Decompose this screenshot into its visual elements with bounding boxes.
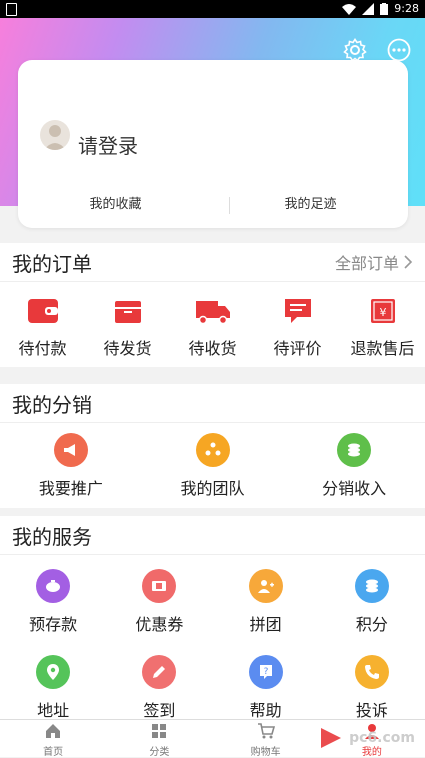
service-help[interactable]: ? 帮助 bbox=[213, 655, 319, 719]
login-link[interactable]: 请登录 bbox=[78, 130, 138, 159]
promote-button[interactable]: 我要推广 bbox=[0, 433, 142, 499]
favorites-link[interactable]: 我的收藏 bbox=[18, 190, 213, 220]
team-icon bbox=[195, 433, 230, 467]
phone-icon bbox=[354, 655, 389, 689]
distribution-label: 分销收入 bbox=[322, 479, 387, 498]
service-coupon[interactable]: 优惠券 bbox=[106, 569, 212, 635]
service-label: 拼团 bbox=[249, 615, 282, 634]
account-card: 请登录 我的收藏 我的足迹 bbox=[18, 60, 408, 228]
chevron-right-icon bbox=[404, 255, 413, 269]
order-item-label: 待评价 bbox=[273, 339, 322, 358]
order-refund[interactable]: ¥ 退款售后 bbox=[340, 297, 425, 359]
help-icon: ? bbox=[248, 655, 283, 689]
distribution-label: 我要推广 bbox=[38, 479, 103, 498]
service-group-buy[interactable]: 拼团 bbox=[213, 569, 319, 635]
pen-icon bbox=[142, 655, 177, 689]
distribution-title: 我的分销 bbox=[12, 392, 92, 417]
order-item-label: 待发货 bbox=[103, 339, 152, 358]
svg-text:¥: ¥ bbox=[379, 306, 386, 319]
battery-icon bbox=[380, 2, 389, 15]
truck-icon bbox=[195, 301, 230, 325]
order-pending-shipment[interactable]: 待发货 bbox=[85, 297, 170, 359]
service-label: 帮助 bbox=[249, 701, 282, 719]
location-icon bbox=[36, 655, 71, 689]
orders-title: 我的订单 bbox=[12, 251, 92, 276]
service-label: 优惠券 bbox=[135, 615, 184, 634]
order-item-label: 待收货 bbox=[188, 339, 237, 358]
service-complaint[interactable]: 投诉 bbox=[319, 655, 425, 719]
coupon-icon bbox=[142, 569, 177, 603]
coins-icon bbox=[337, 433, 372, 467]
service-checkin[interactable]: 签到 bbox=[106, 655, 212, 719]
income-button[interactable]: 分销收入 bbox=[283, 433, 425, 499]
piggy-bank-icon bbox=[36, 569, 71, 603]
box-icon bbox=[114, 301, 141, 323]
megaphone-icon bbox=[53, 433, 88, 467]
services-section: 我的服务 预存款 优惠券 拼团 积分 地址 签到 ? 帮助 投诉 bbox=[0, 516, 425, 719]
distribution-section: 我的分销 我要推广 我的团队 分销收入 bbox=[0, 384, 425, 508]
order-item-label: 待付款 bbox=[18, 339, 67, 358]
status-bar: 9:28 bbox=[0, 0, 425, 18]
refund-icon: ¥ bbox=[370, 299, 395, 323]
service-label: 投诉 bbox=[355, 701, 388, 719]
svg-text:?: ? bbox=[263, 667, 268, 677]
history-link[interactable]: 我的足迹 bbox=[213, 190, 408, 220]
settings-gear-icon[interactable] bbox=[343, 38, 367, 62]
signal-icon bbox=[362, 2, 375, 15]
comment-icon bbox=[284, 299, 311, 323]
services-title: 我的服务 bbox=[12, 524, 92, 549]
home-icon bbox=[46, 724, 61, 738]
distribution-label: 我的团队 bbox=[180, 479, 245, 498]
service-label: 签到 bbox=[143, 701, 176, 719]
group-buy-icon bbox=[248, 569, 283, 603]
points-icon bbox=[354, 569, 389, 603]
tab-category[interactable]: 分类 bbox=[106, 720, 212, 758]
avatar[interactable] bbox=[40, 120, 70, 150]
team-button[interactable]: 我的团队 bbox=[142, 433, 284, 499]
tab-home[interactable]: 首页 bbox=[0, 720, 106, 758]
wallet-icon bbox=[27, 299, 58, 323]
order-pending-receipt[interactable]: 待收货 bbox=[170, 297, 255, 359]
tab-cart[interactable]: 购物车 bbox=[213, 720, 319, 758]
all-orders-label: 全部订单 bbox=[334, 254, 399, 273]
service-label: 积分 bbox=[355, 615, 388, 634]
more-options-icon[interactable] bbox=[387, 38, 411, 62]
grid-icon bbox=[152, 724, 167, 738]
orders-section: 我的订单 全部订单 待付款 待发货 待收货 待评价 ¥ 退款售后 bbox=[0, 243, 425, 367]
watermark: pc6.com bbox=[317, 724, 415, 752]
clock: 9:28 bbox=[394, 2, 419, 15]
divider bbox=[229, 197, 230, 214]
notification-icon bbox=[6, 3, 17, 16]
watermark-text: pc6.com bbox=[349, 730, 415, 746]
order-item-label: 退款售后 bbox=[350, 339, 415, 358]
service-address[interactable]: 地址 bbox=[0, 655, 106, 719]
wifi-icon bbox=[342, 3, 357, 15]
all-orders-link[interactable]: 全部订单 bbox=[335, 250, 413, 274]
watermark-logo-icon bbox=[321, 728, 342, 748]
order-pending-payment[interactable]: 待付款 bbox=[0, 297, 85, 359]
service-label: 预存款 bbox=[29, 615, 78, 634]
cart-icon bbox=[257, 723, 275, 739]
service-label: 地址 bbox=[37, 701, 70, 719]
user-avatar-icon bbox=[44, 125, 66, 150]
order-pending-review[interactable]: 待评价 bbox=[255, 297, 340, 359]
service-prepaid[interactable]: 预存款 bbox=[0, 569, 106, 635]
service-points[interactable]: 积分 bbox=[319, 569, 425, 635]
